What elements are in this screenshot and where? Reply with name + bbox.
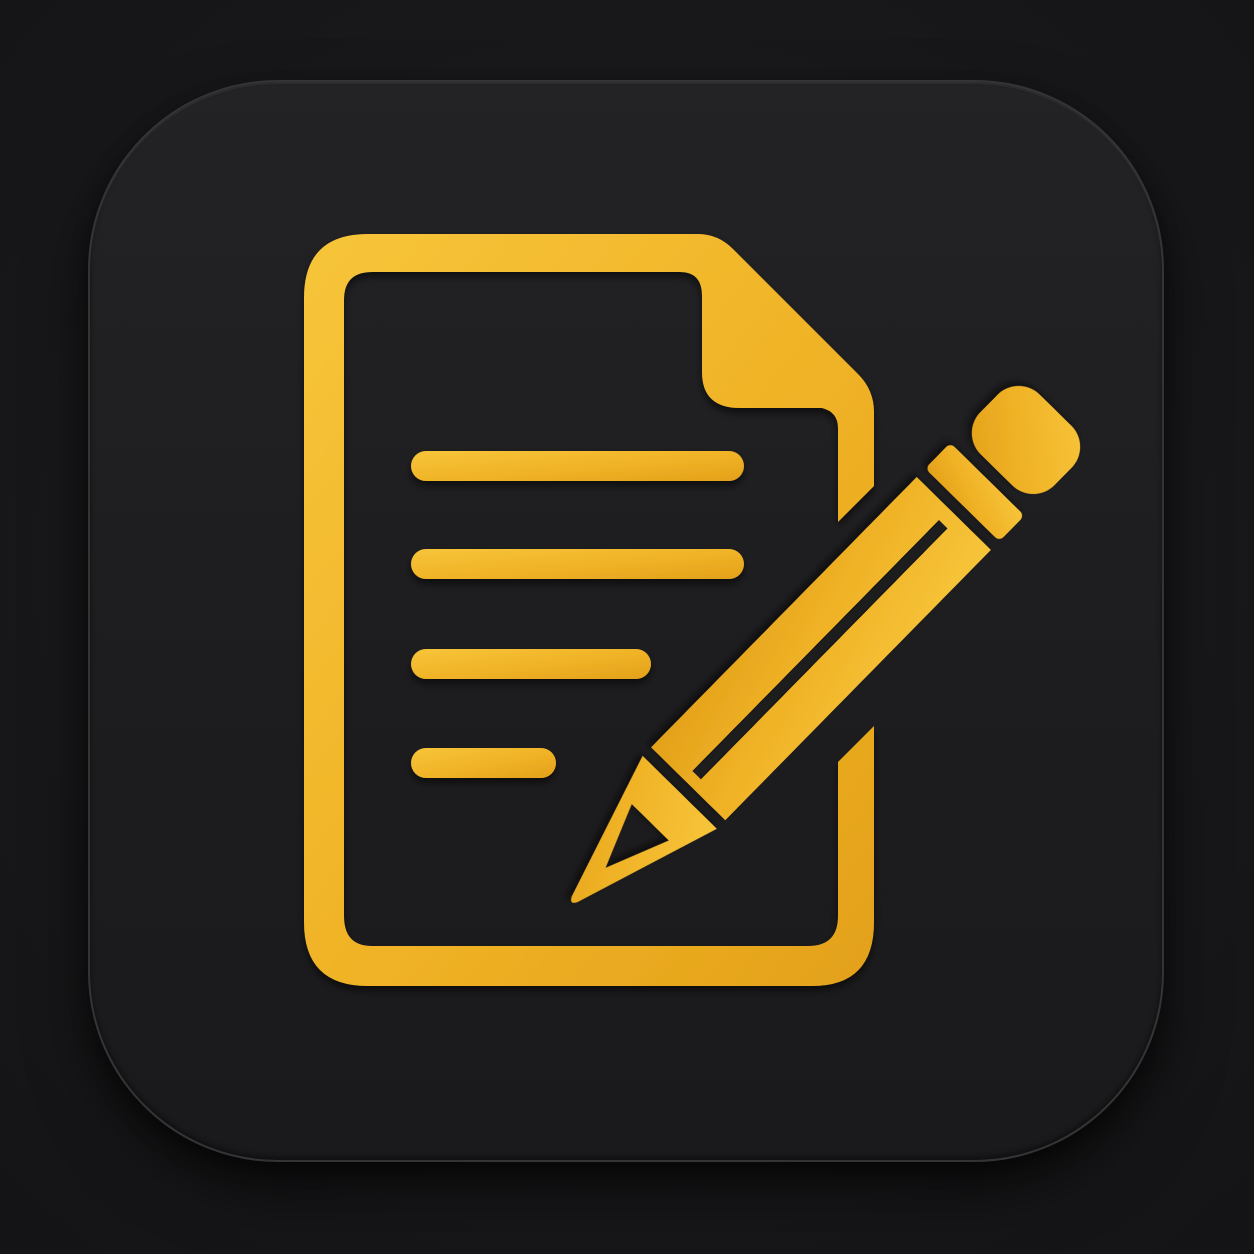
document-edit-icon [304,234,1081,986]
text-line-1 [411,451,744,481]
text-line-3 [411,649,651,679]
app-icon-canvas [0,0,1254,1254]
text-line-2 [411,549,744,579]
text-line-4 [411,748,556,778]
